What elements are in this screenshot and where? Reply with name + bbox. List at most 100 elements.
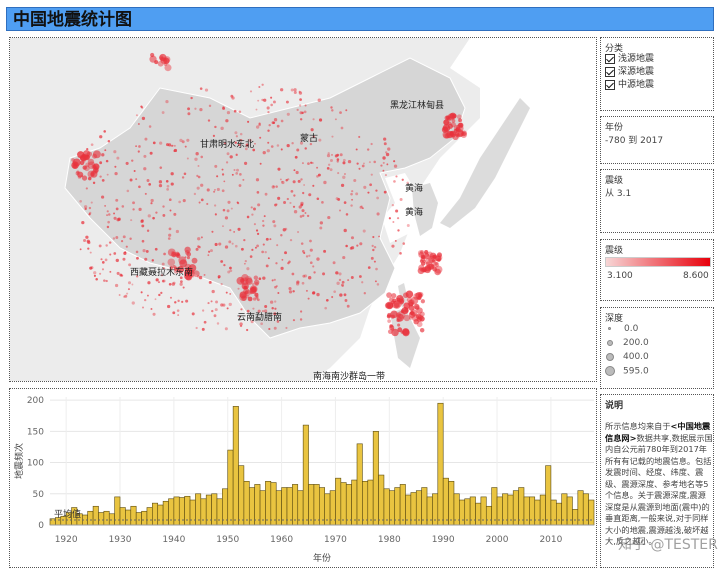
notes-title: 说明 — [605, 401, 624, 411]
y-tick-label: 50 — [33, 490, 45, 500]
frequency-bar-chart[interactable]: 0 50 100 150 200 1920 1930 1940 1950 1960 1970 1980… — [10, 389, 596, 567]
bar[interactable] — [566, 496, 573, 526]
bar[interactable] — [265, 480, 272, 526]
bar[interactable] — [421, 487, 428, 526]
bar[interactable] — [157, 504, 164, 526]
bar[interactable] — [254, 484, 261, 526]
checkbox-checked-icon[interactable] — [605, 53, 615, 64]
bar[interactable] — [243, 480, 250, 526]
bar[interactable] — [572, 509, 579, 526]
magnitude-filter-title: 震级 — [605, 176, 624, 186]
bar[interactable] — [399, 484, 406, 526]
bar[interactable] — [459, 499, 466, 526]
bar[interactable] — [108, 513, 115, 526]
bar[interactable] — [335, 477, 342, 526]
bar[interactable] — [480, 496, 487, 526]
bar[interactable] — [200, 498, 207, 526]
x-axis-label: 年份 — [313, 552, 331, 564]
bar[interactable] — [98, 512, 105, 526]
bar[interactable] — [442, 477, 449, 526]
bar[interactable] — [119, 507, 126, 526]
bar[interactable] — [130, 505, 137, 526]
bar[interactable] — [114, 496, 121, 526]
map-label-tibet: 西藏聂拉木东南 — [130, 268, 194, 278]
map-label-heilongjiang: 黑龙江林甸县 — [390, 101, 445, 111]
bar[interactable] — [152, 502, 159, 526]
bar[interactable] — [292, 484, 299, 526]
bar[interactable] — [469, 496, 476, 526]
bar[interactable] — [491, 487, 498, 526]
bar[interactable] — [162, 500, 169, 526]
bar[interactable] — [378, 474, 385, 526]
bar[interactable] — [178, 497, 185, 526]
map-panel[interactable]: 黑龙江林甸县 蒙古 甘肃明水东北 黄海 黄海 西藏聂拉木东南 云南勐腊南 南海南… — [9, 37, 597, 382]
bar[interactable] — [362, 480, 369, 526]
bar[interactable] — [216, 498, 223, 526]
bar[interactable] — [184, 495, 191, 526]
bar[interactable] — [308, 484, 315, 526]
bar[interactable] — [281, 487, 288, 526]
bar[interactable] — [319, 487, 325, 526]
bar[interactable] — [125, 509, 132, 526]
category-option-shallow[interactable]: 浅源地震 — [605, 53, 654, 65]
bar[interactable] — [189, 499, 196, 526]
bar[interactable] — [87, 510, 94, 526]
bar[interactable] — [550, 499, 557, 526]
x-tick-label: 1970 — [324, 535, 347, 545]
bar[interactable] — [92, 505, 99, 526]
checkbox-checked-icon[interactable] — [605, 66, 615, 77]
bar[interactable] — [588, 499, 595, 526]
bar[interactable] — [238, 465, 245, 526]
y-tick-label: 100 — [27, 459, 44, 469]
bar[interactable] — [448, 480, 455, 526]
bar[interactable] — [227, 449, 234, 526]
map-label-yunnan: 云南勐腊南 — [237, 313, 283, 323]
bar[interactable] — [286, 487, 293, 526]
bar[interactable] — [103, 510, 110, 526]
bar[interactable] — [135, 512, 142, 526]
bar[interactable] — [232, 406, 239, 526]
chart-panel[interactable]: 0 50 100 150 200 1920 1930 1940 1950 1960 1970 1980… — [9, 388, 597, 568]
x-tick-label: 1930 — [109, 535, 132, 545]
bar[interactable] — [345, 484, 352, 526]
bar[interactable] — [394, 487, 401, 526]
bar[interactable] — [485, 505, 492, 526]
depth-circle-icon — [605, 366, 615, 376]
bar[interactable] — [545, 465, 552, 526]
bar[interactable] — [372, 431, 379, 526]
bar[interactable] — [523, 496, 530, 526]
bar[interactable] — [518, 487, 525, 526]
magnitude-filter[interactable]: 震级 从 3.1 — [600, 169, 714, 233]
bar[interactable] — [340, 482, 347, 526]
bar[interactable] — [367, 479, 374, 526]
bar[interactable] — [141, 510, 148, 526]
checkbox-checked-icon[interactable] — [605, 79, 615, 90]
depth-legend-title: 深度 — [605, 314, 624, 324]
x-tick-label: 2000 — [486, 535, 509, 545]
bar[interactable] — [270, 482, 277, 526]
category-filter[interactable]: 分类 浅源地震 深源地震 中源地震 — [600, 37, 714, 111]
category-option-medium[interactable]: 中源地震 — [605, 79, 654, 91]
bar[interactable] — [313, 484, 320, 526]
bar[interactable] — [173, 496, 180, 526]
bar[interactable] — [496, 496, 503, 526]
depth-circle-icon — [608, 327, 611, 330]
bar[interactable] — [555, 502, 562, 526]
earthquake-map[interactable] — [10, 38, 596, 381]
bar[interactable] — [248, 487, 255, 526]
bar[interactable] — [464, 498, 471, 526]
bar[interactable] — [302, 424, 309, 526]
bar[interactable] — [534, 499, 541, 526]
bar[interactable] — [426, 496, 433, 526]
bar[interactable] — [146, 507, 153, 526]
bar[interactable] — [475, 502, 482, 526]
bar[interactable] — [529, 496, 536, 526]
year-filter[interactable]: 年份 -780 到 2017 — [600, 116, 714, 164]
bar[interactable] — [351, 479, 358, 526]
bar[interactable] — [356, 443, 363, 526]
bar[interactable] — [168, 498, 175, 526]
bar[interactable] — [437, 402, 444, 526]
x-tick-label: 1980 — [378, 535, 401, 545]
category-option-deep[interactable]: 深源地震 — [605, 66, 654, 78]
notes-text: 所示信息均来自于<中国地震信息网>数据共享,数据展示国内自公元前780年到201… — [605, 421, 713, 546]
